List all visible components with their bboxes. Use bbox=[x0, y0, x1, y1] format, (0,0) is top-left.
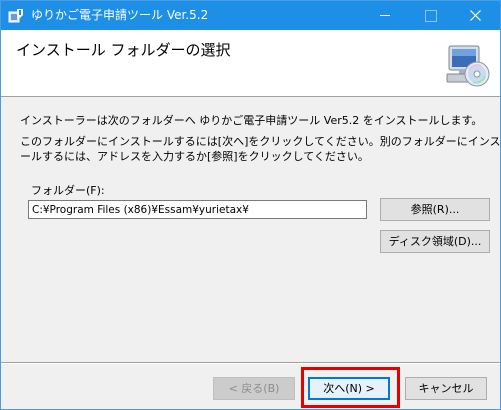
intro-text: インストーラーは次のフォルダーへ ゆりかご電子申請ツール Ver5.2 をインス… bbox=[20, 114, 483, 127]
instruction-text-line1: このフォルダーにインストールするには[次へ]をクリックしてください。別のフォルダ… bbox=[20, 135, 501, 148]
folder-label: フォルダー(F): bbox=[31, 184, 105, 197]
minimize-button[interactable] bbox=[362, 1, 407, 30]
header-banner: インストール フォルダーの選択 bbox=[1, 30, 500, 97]
close-icon bbox=[470, 10, 481, 21]
browse-button[interactable]: 参照(R)... bbox=[380, 198, 490, 221]
footer-separator-highlight bbox=[1, 363, 500, 364]
installer-app-icon bbox=[8, 8, 24, 23]
title-bar: ゆりかご電子申請ツール Ver.5.2 bbox=[1, 1, 500, 30]
disk-space-button[interactable]: ディスク領域(D)... bbox=[380, 230, 490, 253]
installer-window: ゆりかご電子申請ツール Ver.5.2 インストール フォルダーの選択 インスト… bbox=[0, 0, 501, 410]
instruction-text-line2: ールするには、アドレスを入力するか[参照]をクリックしてください。 bbox=[20, 150, 369, 163]
setup-disc-computer-icon bbox=[443, 42, 491, 90]
window-title: ゆりかご電子申請ツール Ver.5.2 bbox=[31, 8, 209, 22]
back-button[interactable]: < 戻る(B) bbox=[213, 377, 295, 400]
maximize-button[interactable] bbox=[407, 1, 452, 30]
page-title: インストール フォルダーの選択 bbox=[16, 41, 231, 59]
folder-path-input[interactable] bbox=[28, 200, 367, 219]
next-button[interactable]: 次へ(N) > bbox=[308, 377, 390, 400]
cancel-button[interactable]: キャンセル bbox=[405, 377, 487, 400]
close-button[interactable] bbox=[452, 1, 500, 30]
